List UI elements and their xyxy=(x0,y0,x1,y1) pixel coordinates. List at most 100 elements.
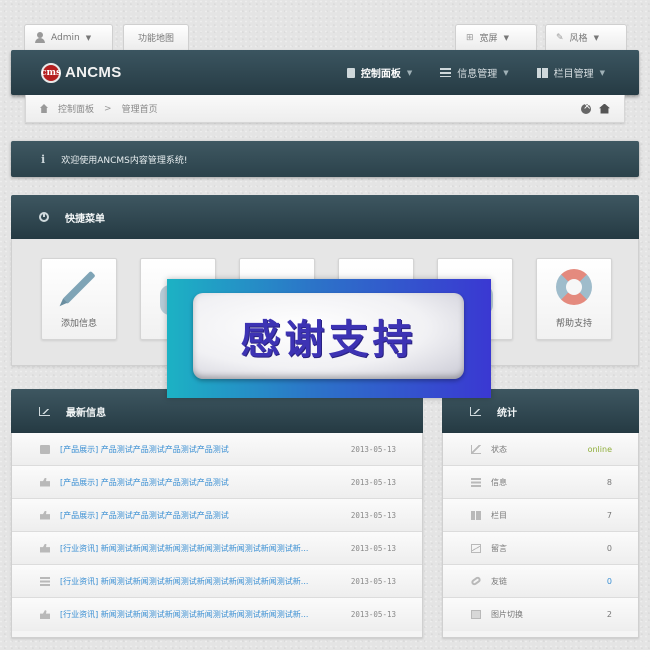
mail-icon xyxy=(471,543,481,553)
news-item-title[interactable]: [行业资讯] 新闻测试新闻测试新闻测试新闻测试新闻测试新闻测试新... xyxy=(60,576,339,587)
news-row[interactable]: [产品展示] 产品测试产品测试产品测试产品测试 2013-05-13 xyxy=(12,466,422,499)
caret-down-icon: ▼ xyxy=(599,68,605,77)
breadcrumb-current: 管理首页 xyxy=(121,105,158,115)
welcome-text: 欢迎使用ANCMS内容管理系统! xyxy=(61,155,188,166)
news-item-date: 2013-05-13 xyxy=(350,576,396,586)
nav-menu: 控制面板 ▼ 信息管理 ▼ 栏目管理 ▼ xyxy=(333,50,639,95)
columns-icon xyxy=(536,67,548,78)
caret-down-icon: ▼ xyxy=(503,68,509,77)
news-item-date: 2013-05-13 xyxy=(350,510,396,520)
thanks-overlay-banner: 感谢支持 xyxy=(167,279,491,398)
news-item-date: 2013-05-13 xyxy=(350,477,396,487)
welcome-banner: i 欢迎使用ANCMS内容管理系统! xyxy=(11,141,639,177)
news-row[interactable]: [行业资讯] 新闻测试新闻测试新闻测试新闻测试新闻测试新闻测试新... 2013… xyxy=(12,565,422,598)
tile-help-support[interactable]: 帮助支持 xyxy=(536,258,612,340)
breadcrumb-actions xyxy=(581,101,610,114)
clock-icon xyxy=(39,212,49,222)
stats-title: 统计 xyxy=(497,407,517,419)
wide-icon: ⊞ xyxy=(466,32,474,43)
news-item-date: 2013-05-13 xyxy=(350,610,396,619)
sitemap-button[interactable]: 功能地图 xyxy=(123,24,189,50)
close-circle-icon[interactable] xyxy=(581,101,591,114)
style-label: 风格 xyxy=(569,34,588,44)
news-row[interactable]: [行业资讯] 新闻测试新闻测试新闻测试新闻测试新闻测试新闻测试新... 2013… xyxy=(12,532,422,565)
nav-item-info-management[interactable]: 信息管理 ▼ xyxy=(426,50,522,95)
tile-add-info[interactable]: 添加信息 xyxy=(41,258,117,340)
news-item-title[interactable]: [行业资讯] 新闻测试新闻测试新闻测试新闻测试新闻测试新闻测试新... xyxy=(60,609,339,620)
wide-screen-button[interactable]: ⊞ 宽屏 ▼ xyxy=(455,24,537,50)
list-icon xyxy=(471,477,481,487)
news-item-title[interactable]: [行业资讯] 新闻测试新闻测试新闻测试新闻测试新闻测试新闻测试新... xyxy=(60,543,339,554)
stat-value: 0 xyxy=(606,543,612,553)
nav-item-label: 控制面板 xyxy=(360,69,401,80)
caret-down-icon: ▼ xyxy=(503,33,509,42)
pen-icon xyxy=(62,270,96,304)
breadcrumb-root[interactable]: 控制面板 xyxy=(58,102,94,115)
style-button[interactable]: ✎ 风格 ▼ xyxy=(545,24,627,50)
quick-menu-header: 快捷菜单 xyxy=(11,195,639,239)
thanks-card: 感谢支持 xyxy=(193,293,464,379)
stat-row: 状态 online xyxy=(443,433,638,466)
news-list: [产品展示] 产品测试产品测试产品测试产品测试 2013-05-13 [产品展示… xyxy=(11,433,423,638)
news-title: 最新信息 xyxy=(66,407,106,419)
news-row[interactable]: [产品展示] 产品测试产品测试产品测试产品测试 2013-05-13 xyxy=(12,499,422,532)
chart-icon xyxy=(39,406,50,416)
stat-value: online xyxy=(587,444,612,454)
home-icon[interactable] xyxy=(599,103,610,114)
caret-down-icon: ▼ xyxy=(85,33,92,42)
nav-item-label: 栏目管理 xyxy=(553,69,594,80)
stat-row: 友链 0 xyxy=(443,565,638,598)
stat-row: 图片切换 2 xyxy=(443,598,638,631)
thanks-text: 感谢支持 xyxy=(240,317,417,363)
thumb-icon xyxy=(40,477,50,487)
logo-text: ANCMS xyxy=(65,64,122,81)
news-row[interactable]: [产品展示] 产品测试产品测试产品测试产品测试 2013-05-13 xyxy=(12,433,422,466)
stat-row: 栏目 7 xyxy=(443,499,638,532)
list-icon xyxy=(40,576,50,586)
nav-item-column-management[interactable]: 栏目管理 ▼ xyxy=(523,50,639,95)
tile-label: 帮助支持 xyxy=(555,319,592,329)
message-icon xyxy=(40,444,50,454)
list-icon xyxy=(440,68,452,77)
news-item-date: 2013-05-13 xyxy=(350,444,396,454)
info-icon: i xyxy=(41,152,46,166)
breadcrumb-separator: > xyxy=(104,103,112,114)
link-icon xyxy=(470,575,482,587)
thumb-icon xyxy=(40,610,50,619)
user-icon xyxy=(35,32,45,43)
lifebuoy-icon xyxy=(556,269,592,305)
quick-menu-title: 快捷菜单 xyxy=(65,213,105,225)
chart-icon xyxy=(470,406,481,416)
pen-icon-wrap xyxy=(59,267,99,307)
stat-label: 友链 xyxy=(491,576,507,586)
nav-item-control-panel[interactable]: 控制面板 ▼ xyxy=(333,50,426,95)
stats-list: 状态 online 信息 8 栏目 7 留言 0 友链 0 图片切换 2 xyxy=(442,433,639,638)
nav-item-label: 信息管理 xyxy=(457,69,498,80)
wide-label: 宽屏 xyxy=(479,34,498,44)
lifebuoy-icon-wrap xyxy=(554,267,594,307)
stat-row: 信息 8 xyxy=(443,466,638,499)
news-item-title[interactable]: [产品展示] 产品测试产品测试产品测试产品测试 xyxy=(60,510,339,521)
caret-down-icon: ▼ xyxy=(406,68,413,77)
stat-value: 2 xyxy=(606,610,612,619)
news-item-date: 2013-05-13 xyxy=(350,543,396,553)
stat-label: 图片切换 xyxy=(491,610,523,619)
logo[interactable]: cms ANCMS xyxy=(41,62,122,83)
image-icon xyxy=(471,610,481,619)
brush-icon: ✎ xyxy=(556,32,564,43)
admin-button[interactable]: Admin ▼ xyxy=(24,24,113,50)
stat-label: 栏目 xyxy=(491,510,507,520)
stat-value: 7 xyxy=(606,510,612,520)
breadcrumb: 控制面板 > 管理首页 xyxy=(25,95,625,123)
stat-label: 信息 xyxy=(491,477,507,487)
stat-value: 0 xyxy=(606,576,612,586)
news-item-title[interactable]: [产品展示] 产品测试产品测试产品测试产品测试 xyxy=(60,444,339,455)
stat-value: 8 xyxy=(606,477,612,487)
logo-mark: cms xyxy=(41,62,61,83)
home-small-icon xyxy=(40,104,48,113)
news-item-title[interactable]: [产品展示] 产品测试产品测试产品测试产品测试 xyxy=(60,477,339,488)
stat-label: 状态 xyxy=(491,444,507,454)
clipboard-icon xyxy=(346,67,355,78)
news-row[interactable]: [行业资讯] 新闻测试新闻测试新闻测试新闻测试新闻测试新闻测试新... 2013… xyxy=(12,598,422,631)
thumb-icon xyxy=(40,510,50,520)
